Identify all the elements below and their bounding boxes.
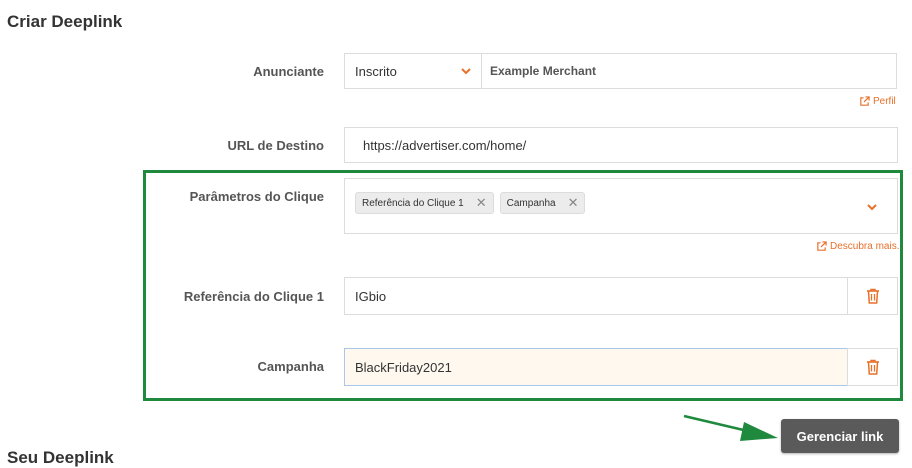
destination-label: URL de Destino: [227, 138, 324, 153]
close-icon[interactable]: ✕: [568, 195, 579, 211]
tag-click-ref-1[interactable]: Referência do Clique 1 ✕: [355, 192, 494, 214]
external-link-icon: [860, 96, 870, 106]
destination-url-input[interactable]: https://advertiser.com/home/: [344, 127, 898, 163]
tag-label: Referência do Clique 1: [362, 197, 464, 209]
chevron-down-icon: [461, 64, 471, 78]
discover-more-label: Descubra mais.: [830, 241, 900, 252]
advertiser-filter-value: Inscrito: [355, 63, 397, 79]
tag-campaign[interactable]: Campanha ✕: [499, 192, 586, 214]
click-ref-value: IGbio: [355, 288, 387, 304]
profile-link-label: Perfil: [873, 96, 896, 107]
merchant-value: Example Merchant: [490, 64, 597, 78]
campaign-input[interactable]: BlackFriday2021: [344, 348, 848, 386]
merchant-input[interactable]: Example Merchant: [481, 53, 897, 89]
profile-link[interactable]: Perfil: [859, 96, 896, 107]
manage-link-button[interactable]: Gerenciar link: [781, 419, 899, 453]
page-title: Criar Deeplink: [7, 12, 123, 31]
advertiser-filter-select[interactable]: Inscrito: [344, 53, 482, 89]
delete-campaign-button[interactable]: [847, 348, 898, 386]
trash-icon: [866, 288, 879, 304]
delete-click-ref-button[interactable]: [847, 277, 898, 315]
trash-icon: [866, 359, 879, 375]
click-ref-label: Referência do Clique 1: [183, 289, 324, 304]
close-icon[interactable]: ✕: [476, 195, 487, 211]
click-ref-input[interactable]: IGbio: [344, 277, 848, 315]
click-params-multiselect[interactable]: Referência do Clique 1 ✕ Campanha ✕: [344, 178, 898, 234]
campaign-value: BlackFriday2021: [355, 359, 452, 375]
external-link-icon: [817, 241, 827, 251]
campaign-label: Campanha: [257, 359, 324, 374]
chevron-down-icon[interactable]: [867, 199, 877, 214]
arrow-annotation-icon: [683, 414, 778, 441]
next-section-title: Seu Deeplink: [7, 448, 114, 467]
discover-more-link[interactable]: Descubra mais.: [816, 241, 899, 252]
tag-label: Campanha: [506, 197, 556, 209]
advertiser-label: Anunciante: [253, 64, 324, 79]
destination-url-value: https://advertiser.com/home/: [363, 137, 527, 153]
click-params-label: Parâmetros do Clique: [189, 189, 324, 204]
